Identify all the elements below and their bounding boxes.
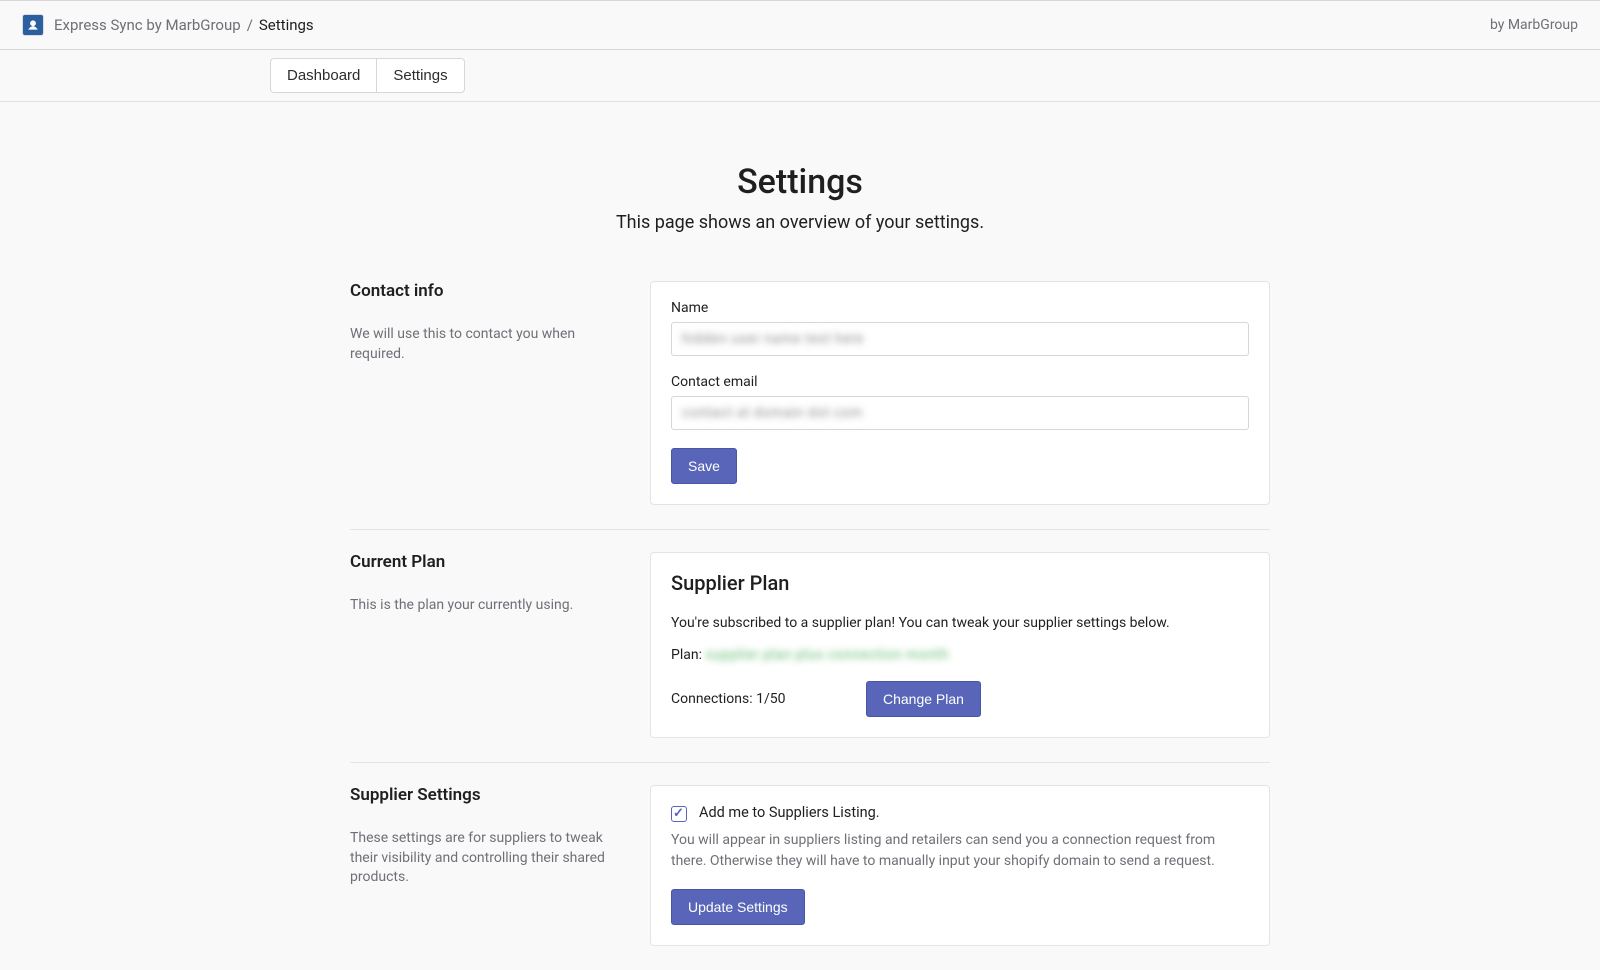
page-header: Settings This page shows an overview of …	[0, 102, 1600, 233]
app-logo-icon	[22, 14, 44, 36]
plan-card: Supplier Plan You're subscribed to a sup…	[650, 552, 1270, 738]
tab-bar: Dashboard Settings	[0, 50, 1600, 102]
section-contact-info: Contact info We will use this to contact…	[350, 281, 1270, 529]
supplier-description: These settings are for suppliers to twea…	[350, 829, 626, 888]
plan-value: supplier plan plus connection month	[705, 647, 948, 663]
plan-card-body: You're subscribed to a supplier plan! Yo…	[671, 613, 1249, 633]
supplier-listing-checkbox[interactable]	[671, 806, 687, 822]
email-field[interactable]: contact at domain dot com	[671, 396, 1249, 430]
save-button[interactable]: Save	[671, 448, 737, 484]
page-title: Settings	[0, 162, 1600, 202]
contact-heading: Contact info	[350, 281, 626, 301]
byline-text: by MarbGroup	[1490, 17, 1578, 33]
contact-description: We will use this to contact you when req…	[350, 325, 626, 364]
supplier-listing-label: Add me to Suppliers Listing.	[699, 804, 880, 821]
breadcrumb-separator: /	[247, 16, 253, 34]
tab-group: Dashboard Settings	[270, 58, 465, 93]
tab-dashboard[interactable]: Dashboard	[270, 58, 377, 93]
section-current-plan: Current Plan This is the plan your curre…	[350, 529, 1270, 762]
plan-card-title: Supplier Plan	[671, 571, 1249, 595]
breadcrumb-parent[interactable]: Express Sync by MarbGroup	[54, 16, 241, 34]
section-supplier-settings: Supplier Settings These settings are for…	[350, 762, 1270, 970]
contact-card: Name hidden user name text here Contact …	[650, 281, 1270, 505]
plan-description: This is the plan your currently using.	[350, 596, 626, 616]
connections-label: Connections: 1/50	[671, 691, 866, 707]
breadcrumb-current: Settings	[259, 16, 314, 34]
breadcrumb-bar: Express Sync by MarbGroup / Settings by …	[0, 0, 1600, 50]
name-field[interactable]: hidden user name text here	[671, 322, 1249, 356]
page-subtitle: This page shows an overview of your sett…	[0, 212, 1600, 233]
plan-line: Plan: supplier plan plus connection mont…	[671, 647, 1249, 663]
email-label: Contact email	[671, 374, 1249, 390]
tab-settings[interactable]: Settings	[377, 58, 464, 93]
name-label: Name	[671, 300, 1249, 316]
supplier-heading: Supplier Settings	[350, 785, 626, 805]
update-settings-button[interactable]: Update Settings	[671, 889, 805, 925]
plan-heading: Current Plan	[350, 552, 626, 572]
supplier-listing-help: You will appear in suppliers listing and…	[671, 830, 1249, 871]
change-plan-button[interactable]: Change Plan	[866, 681, 981, 717]
supplier-card: Add me to Suppliers Listing. You will ap…	[650, 785, 1270, 946]
breadcrumb: Express Sync by MarbGroup / Settings	[22, 14, 1490, 36]
plan-label: Plan:	[671, 647, 702, 663]
